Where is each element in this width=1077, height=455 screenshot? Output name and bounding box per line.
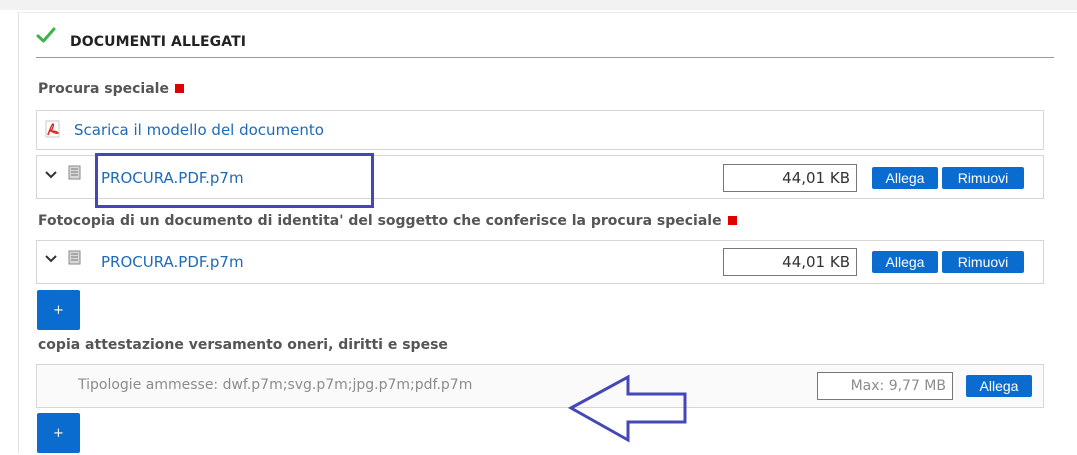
payment-receipt-label: copia attestazione versamento oneri, dir… [38, 337, 448, 353]
section-header: DOCUMENTI ALLEGATI [36, 27, 1054, 58]
attach-button[interactable]: Allega [966, 375, 1032, 397]
file-icon [68, 250, 81, 265]
pdf-icon [45, 120, 60, 138]
procura-label-text: Procura speciale [38, 81, 169, 97]
section-title: DOCUMENTI ALLEGATI [70, 34, 247, 50]
allowed-types-hint: Tipologie ammesse: dwf.p7m;svg.p7m;jpg.p… [78, 377, 473, 393]
identity-file-row: PROCURA.PDF.p7m 44,01 KB Allega Rimuovi [36, 240, 1044, 284]
identity-doc-label: Fotocopia di un documento di identita' d… [38, 213, 737, 229]
chevron-down-icon[interactable] [45, 255, 57, 263]
identity-doc-label-text: Fotocopia di un documento di identita' d… [38, 213, 722, 229]
check-icon [36, 27, 56, 43]
file-icon [68, 165, 81, 180]
highlight-box [95, 153, 374, 208]
required-marker [174, 84, 184, 93]
add-payment-receipt-button[interactable]: + [37, 413, 80, 453]
identity-file-link[interactable]: PROCURA.PDF.p7m [101, 253, 244, 271]
payment-upload-row: Tipologie ammesse: dwf.p7m;svg.p7m;jpg.p… [36, 364, 1044, 408]
chevron-down-icon[interactable] [45, 171, 57, 179]
file-size-field: 44,01 KB [723, 164, 857, 192]
template-download-link[interactable]: Scarica il modello del documento [74, 121, 324, 139]
required-marker [727, 216, 737, 225]
remove-button[interactable]: Rimuovi [942, 251, 1024, 273]
max-size-field: Max: 9,77 MB [817, 372, 953, 400]
template-download-row: Scarica il modello del documento [36, 110, 1044, 150]
procura-label: Procura speciale [38, 81, 184, 97]
top-band [0, 0, 1077, 10]
remove-button[interactable]: Rimuovi [942, 167, 1024, 189]
attach-button[interactable]: Allega [872, 251, 938, 273]
arrow-left-icon [568, 374, 687, 443]
file-size-field: 44,01 KB [723, 248, 857, 276]
attach-button[interactable]: Allega [872, 167, 938, 189]
add-identity-doc-button[interactable]: + [37, 290, 80, 330]
